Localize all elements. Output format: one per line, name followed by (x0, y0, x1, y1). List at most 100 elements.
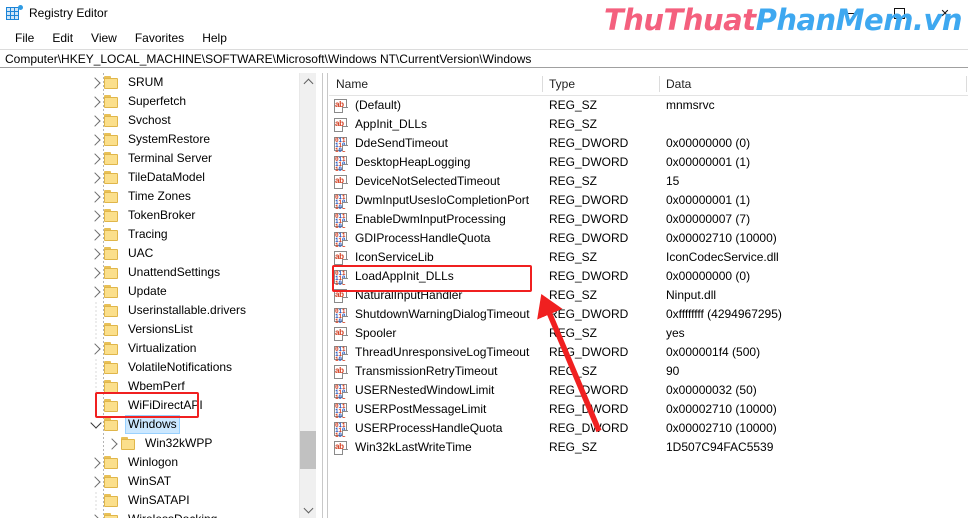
value-row[interactable]: 011110101 ShutdownWarningDialogTimeout REG… (329, 305, 968, 324)
chevron-right-icon[interactable] (88, 244, 104, 263)
chevron-right-icon[interactable] (88, 282, 104, 301)
tree-scrollbar-thumb[interactable] (300, 431, 316, 469)
value-row[interactable]: 011110101 DesktopHeapLogging REG_DWORD 0x00… (329, 153, 968, 172)
tree-item-win32kwpp[interactable]: Win32kWPP (0, 434, 311, 453)
value-row[interactable]: 011110101 USERProcessHandleQuota REG_DWORD… (329, 419, 968, 438)
tree-item-superfetch[interactable]: Superfetch (0, 92, 311, 111)
column-header-data[interactable]: Data (659, 73, 949, 95)
value-row[interactable]: 011110101 ThreadUnresponsiveLogTimeout REG… (329, 343, 968, 362)
chevron-right-icon[interactable] (88, 206, 104, 225)
tree-item-tokenbroker[interactable]: TokenBroker (0, 206, 311, 225)
chevron-right-icon[interactable] (88, 130, 104, 149)
tree-item-winsatapi[interactable]: WinSATAPI (0, 491, 311, 510)
value-row[interactable]: ab DeviceNotSelectedTimeout REG_SZ 15 (329, 172, 968, 191)
column-header-type[interactable]: Type (542, 73, 659, 95)
tree-item-label: Virtualization (128, 341, 197, 355)
value-row[interactable]: 011110101 DdeSendTimeout REG_DWORD 0x000000… (329, 134, 968, 153)
dword-value-icon: 011110101 (333, 402, 349, 419)
value-row[interactable]: ab NaturalInputHandler REG_SZ Ninput.dll (329, 286, 968, 305)
value-name: DdeSendTimeout (355, 136, 448, 150)
chevron-right-icon[interactable] (88, 453, 104, 472)
value-type: REG_DWORD (549, 136, 629, 150)
value-row[interactable]: 011110101 USERNestedWindowLimit REG_DWORD 0… (329, 381, 968, 400)
tree-item-volatilenotifications[interactable]: VolatileNotifications (0, 358, 311, 377)
value-data: 0x00002710 (10000) (666, 231, 777, 245)
tree-item-userinstallable-drivers[interactable]: Userinstallable.drivers (0, 301, 311, 320)
tree-item-tracing[interactable]: Tracing (0, 225, 311, 244)
value-row[interactable]: 011110101 DwmInputUsesIoCompletionPort REG… (329, 191, 968, 210)
tree-item-label: Userinstallable.drivers (128, 303, 247, 317)
dword-value-icon: 011110101 (333, 136, 349, 153)
chevron-right-icon[interactable] (105, 434, 121, 453)
tree-item-time-zones[interactable]: Time Zones (0, 187, 311, 206)
chevron-right-icon[interactable] (88, 111, 104, 130)
chevron-right-icon[interactable] (88, 510, 104, 518)
tree-panel-divider-outer (327, 73, 328, 518)
value-row[interactable]: ab AppInit_DLLs REG_SZ (329, 115, 968, 134)
folder-icon (104, 475, 120, 488)
dword-value-icon: 011110101 (333, 231, 349, 248)
value-type: REG_DWORD (549, 212, 629, 226)
tree-item-versionslist[interactable]: VersionsList (0, 320, 311, 339)
value-type: REG_DWORD (549, 269, 629, 283)
tree-item-tiledatamodel[interactable]: TileDataModel (0, 168, 311, 187)
tree-line-dots (88, 491, 104, 510)
tree-item-wbemperf[interactable]: WbemPerf (0, 377, 311, 396)
value-name: USERPostMessageLimit (355, 402, 487, 416)
scroll-down-arrow-icon[interactable] (300, 501, 316, 518)
tree-item-winlogon[interactable]: Winlogon (0, 453, 311, 472)
menu-view[interactable]: View (82, 28, 126, 48)
chevron-right-icon[interactable] (88, 73, 104, 92)
string-value-icon: ab (333, 117, 349, 132)
chevron-right-icon[interactable] (88, 92, 104, 111)
value-row[interactable]: 011110101 EnableDwmInputProcessing REG_DWO… (329, 210, 968, 229)
tree-scrollbar[interactable] (299, 73, 316, 518)
tree-item-wirelessdocking[interactable]: WirelessDocking (0, 510, 311, 518)
value-data: 15 (666, 174, 680, 188)
tree-item-systemrestore[interactable]: SystemRestore (0, 130, 311, 149)
chevron-right-icon[interactable] (88, 225, 104, 244)
value-row[interactable]: 011110101 LoadAppInit_DLLs REG_DWORD 0x0000… (329, 267, 968, 286)
tree-item-svchost[interactable]: Svchost (0, 111, 311, 130)
tree-item-unattendsettings[interactable]: UnattendSettings (0, 263, 311, 282)
menu-file[interactable]: File (6, 28, 43, 48)
value-name: DeviceNotSelectedTimeout (355, 174, 500, 188)
scroll-up-arrow-icon[interactable] (300, 73, 316, 90)
chevron-right-icon[interactable] (88, 472, 104, 491)
value-type: REG_SZ (549, 326, 598, 340)
chevron-right-icon[interactable] (88, 263, 104, 282)
menu-help[interactable]: Help (193, 28, 236, 48)
menu-edit[interactable]: Edit (43, 28, 82, 48)
tree-item-virtualization[interactable]: Virtualization (0, 339, 311, 358)
tree-item-update[interactable]: Update (0, 282, 311, 301)
tree-item-label: WinSATAPI (128, 493, 190, 507)
menu-favorites[interactable]: Favorites (126, 28, 193, 48)
value-row[interactable]: ab Win32kLastWriteTime REG_SZ 1D507C94FAC55… (329, 438, 968, 457)
tree-item-winsat[interactable]: WinSAT (0, 472, 311, 491)
chevron-right-icon[interactable] (88, 187, 104, 206)
value-type: REG_SZ (549, 288, 598, 302)
chevron-right-icon[interactable] (88, 168, 104, 187)
value-row[interactable]: ab Spooler REG_SZ yes (329, 324, 968, 343)
value-row[interactable]: 011110101 GDIProcessHandleQuota REG_DWORD 0… (329, 229, 968, 248)
value-row[interactable]: ab (Default) REG_SZ mnmsrvc (329, 96, 968, 115)
value-row[interactable]: ab TransmissionRetryTimeout REG_SZ 90 (329, 362, 968, 381)
tree-item-windows[interactable]: Windows (0, 415, 311, 434)
chevron-right-icon[interactable] (88, 149, 104, 168)
value-row[interactable]: 011110101 USERPostMessageLimit REG_DWORD 0x… (329, 400, 968, 419)
value-row[interactable]: ab IconServiceLib REG_SZ IconCodecService.d… (329, 248, 968, 267)
address-bar[interactable]: Computer\HKEY_LOCAL_MACHINE\SOFTWARE\Mic… (0, 49, 968, 68)
value-type: REG_SZ (549, 250, 598, 264)
value-name: AppInit_DLLs (355, 117, 428, 131)
tree-item-terminal-server[interactable]: Terminal Server (0, 149, 311, 168)
chevron-right-icon[interactable] (88, 339, 104, 358)
column-header-name[interactable]: Name (329, 73, 542, 95)
tree-item-label: WinSAT (128, 474, 172, 488)
tree-item-uac[interactable]: UAC (0, 244, 311, 263)
tree-item-srum[interactable]: SRUM (0, 73, 311, 92)
tree-item-wifidirectapi[interactable]: WiFiDirectAPI (0, 396, 311, 415)
chevron-down-icon[interactable] (88, 415, 104, 434)
